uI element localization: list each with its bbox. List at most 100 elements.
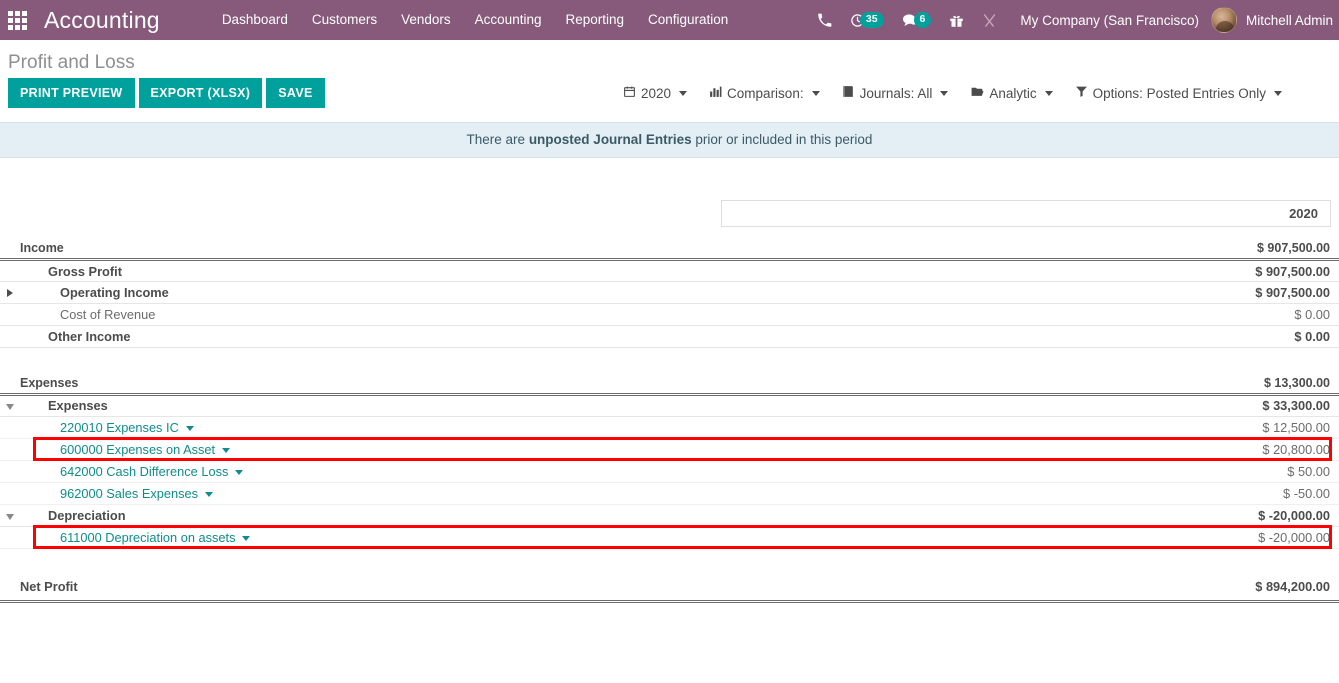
menu-item-configuration[interactable]: Configuration (636, 0, 740, 40)
menu-item-customers[interactable]: Customers (300, 0, 389, 40)
account-link[interactable]: 642000 Cash Difference Loss (60, 464, 228, 479)
table-row-net-profit: Net Profit $ 894,200.00 (0, 572, 1339, 603)
toggle-cell (0, 572, 20, 603)
row-label-cell: 600000 Expenses on Asset (20, 438, 1109, 461)
export-xlsx-button[interactable]: EXPORT (XLSX) (138, 78, 263, 108)
chevron-down-icon[interactable] (242, 535, 251, 541)
menu-item-vendors[interactable]: Vendors (389, 0, 463, 40)
apps-grid-icon[interactable] (0, 0, 34, 40)
bar-chart-icon (709, 85, 722, 101)
row-label-cell: 611000 Depreciation on assets (20, 526, 1109, 549)
table-row[interactable]: 611000 Depreciation on assets $ -20,000.… (0, 526, 1339, 549)
chevron-down-icon[interactable] (222, 447, 231, 453)
gift-icon[interactable] (940, 0, 973, 40)
unposted-entries-banner: There are unposted Journal Entries prior… (0, 122, 1339, 158)
table-row[interactable]: Gross Profit $ 907,500.00 (0, 259, 1339, 282)
journals-filter[interactable]: Journals: All (831, 85, 960, 101)
toggle-cell (0, 303, 20, 326)
date-filter[interactable]: 2020 (612, 85, 698, 101)
menu-item-accounting[interactable]: Accounting (463, 0, 554, 40)
user-menu[interactable]: Mitchell Admin (1210, 7, 1339, 33)
expand-collapse-icon[interactable] (6, 513, 14, 520)
account-link[interactable]: 962000 Sales Expenses (60, 486, 198, 501)
comparison-filter-label: Comparison: (727, 85, 804, 101)
menu-item-reporting[interactable]: Reporting (553, 0, 636, 40)
top-navbar: Accounting Dashboard Customers Vendors A… (0, 0, 1339, 40)
row-value: $ 20,800.00 (1109, 438, 1339, 461)
chevron-down-icon[interactable] (205, 491, 214, 497)
company-selector[interactable]: My Company (San Francisco) (1006, 13, 1211, 28)
menu-item-dashboard[interactable]: Dashboard (210, 0, 300, 40)
page-title: Profit and Loss (8, 52, 135, 73)
toggle-cell[interactable] (0, 281, 20, 304)
chevron-down-icon (1044, 90, 1053, 96)
table-row[interactable]: 642000 Cash Difference Loss $ 50.00 (0, 460, 1339, 483)
toggle-cell (0, 416, 20, 439)
row-label: Other Income (20, 325, 1109, 348)
toggle-cell (0, 325, 20, 348)
row-value: $ 907,500.00 (1109, 259, 1339, 282)
row-value: $ 0.00 (1109, 325, 1339, 348)
table-row[interactable]: 600000 Expenses on Asset $ 20,800.00 (0, 438, 1339, 461)
table-spacer-row (0, 348, 1339, 372)
row-label: Expenses (20, 371, 1109, 396)
row-label: Operating Income (20, 281, 1109, 304)
options-filter[interactable]: Options: Posted Entries Only (1064, 85, 1293, 101)
analytic-filter[interactable]: Analytic (959, 85, 1063, 101)
table-row[interactable]: Depreciation $ -20,000.00 (0, 504, 1339, 527)
table-row[interactable]: 962000 Sales Expenses $ -50.00 (0, 482, 1339, 505)
table-row[interactable]: 220010 Expenses IC $ 12,500.00 (0, 416, 1339, 439)
avatar (1210, 7, 1237, 33)
chevron-down-icon (1274, 90, 1282, 96)
table-row[interactable]: Operating Income $ 907,500.00 (0, 281, 1339, 304)
profit-and-loss-report: 2020 Income $ 907,500.00 Gross Profit $ … (0, 158, 1339, 603)
activity-count-badge: 35 (859, 12, 884, 28)
toggle-cell (0, 237, 20, 261)
chevron-down-icon[interactable] (185, 425, 194, 431)
chevron-down-icon[interactable] (235, 469, 244, 475)
row-label: Depreciation (20, 504, 1109, 527)
row-value: $ -20,000.00 (1109, 526, 1339, 549)
row-value: $ 12,500.00 (1109, 416, 1339, 439)
table-row[interactable]: Other Income $ 0.00 (0, 325, 1339, 348)
account-link[interactable]: 611000 Depreciation on assets (60, 530, 235, 545)
activity-clock-icon[interactable]: 35 (841, 0, 893, 40)
row-label-cell: 220010 Expenses IC (20, 416, 1109, 439)
control-panel: Profit and Loss PRINT PREVIEW EXPORT (XL… (0, 40, 1339, 122)
banner-suffix: prior or included in this period (691, 132, 873, 147)
row-value: $ 907,500.00 (1109, 281, 1339, 304)
messages-count-badge: 6 (913, 12, 932, 28)
table-row[interactable]: Cost of Revenue $ 0.00 (0, 303, 1339, 326)
row-label-cell: 642000 Cash Difference Loss (20, 460, 1109, 483)
table-row-expenses-section: Expenses $ 13,300.00 (0, 371, 1339, 396)
table-spacer-row (0, 548, 1339, 572)
row-value: $ 894,200.00 (1109, 572, 1339, 603)
messages-icon[interactable]: 6 (893, 0, 941, 40)
print-preview-button[interactable]: PRINT PREVIEW (8, 78, 135, 108)
toggle-cell[interactable] (0, 394, 20, 417)
row-label: Income (20, 237, 1109, 261)
phone-icon[interactable] (808, 0, 841, 40)
row-label: Cost of Revenue (20, 303, 1109, 326)
row-value: $ -20,000.00 (1109, 504, 1339, 527)
toggle-cell (0, 526, 20, 549)
save-button[interactable]: SAVE (266, 78, 325, 108)
main-menu-bar: Dashboard Customers Vendors Accounting R… (210, 0, 741, 40)
app-brand-title[interactable]: Accounting (34, 7, 166, 34)
chevron-down-icon (940, 90, 949, 96)
systray: 35 6 My Company (San Francisco) Mitchell… (808, 0, 1339, 40)
row-label-cell: 962000 Sales Expenses (20, 482, 1109, 505)
account-link[interactable]: 220010 Expenses IC (60, 420, 179, 435)
table-row[interactable]: Expenses $ 33,300.00 (0, 394, 1339, 417)
account-link[interactable]: 600000 Expenses on Asset (60, 442, 215, 457)
comparison-filter[interactable]: Comparison: (698, 85, 831, 101)
journals-filter-label: Journals: All (859, 85, 933, 101)
expand-collapse-icon[interactable] (6, 404, 14, 410)
chevron-down-icon (811, 90, 820, 96)
toggle-cell (0, 371, 20, 396)
debug-tools-icon[interactable] (973, 0, 1006, 40)
expand-collapse-icon[interactable] (7, 289, 13, 297)
table-row-income-section: Income $ 907,500.00 (0, 237, 1339, 261)
options-filter-label: Options: Posted Entries Only (1092, 85, 1266, 101)
toggle-cell[interactable] (0, 504, 20, 527)
